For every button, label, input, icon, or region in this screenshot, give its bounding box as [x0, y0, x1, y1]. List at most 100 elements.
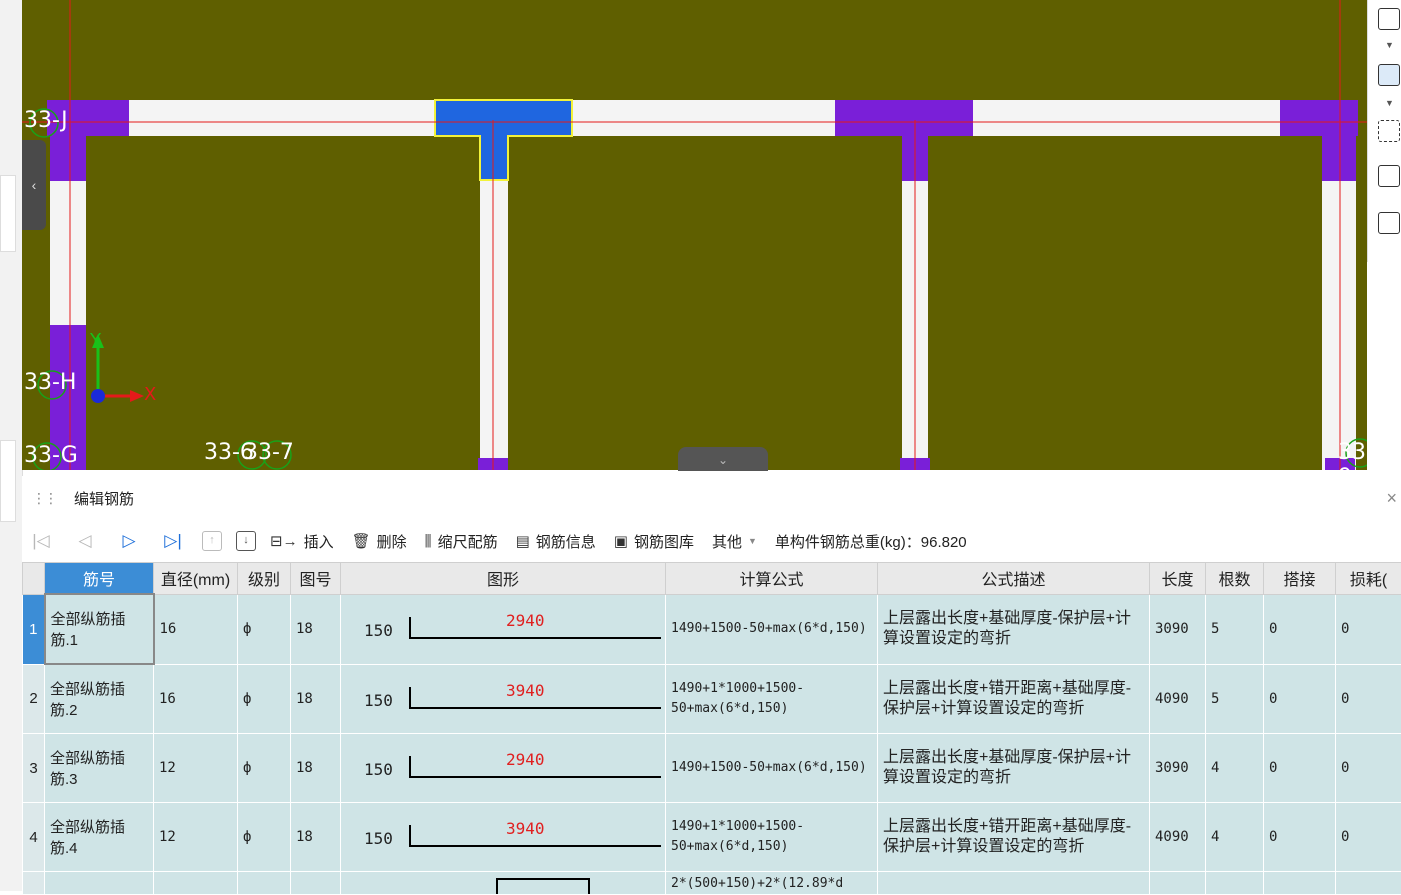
lap-cell[interactable]: 0: [1264, 594, 1336, 664]
col-header[interactable]: 直径(mm): [154, 563, 238, 595]
count-cell[interactable]: 5: [1206, 664, 1264, 734]
rebar-info-button[interactable]: ▤钢筋信息: [516, 531, 596, 552]
description-cell[interactable]: 上层露出长度+错开距离+基础厚度-保护层+计算设置设定的弯折: [878, 664, 1150, 734]
description-cell[interactable]: 上层露出长度+基础厚度-保护层+计算设置设定的弯折: [878, 734, 1150, 803]
shape-length-value[interactable]: 3940: [506, 819, 545, 838]
other-dropdown[interactable]: 其他▼: [712, 531, 757, 552]
delete-button[interactable]: 🗑删除: [352, 531, 407, 552]
diameter-cell[interactable]: 12: [154, 803, 238, 872]
col-header[interactable]: 计算公式: [666, 563, 878, 595]
length-cell[interactable]: 3090: [1150, 734, 1206, 803]
view-box-icon[interactable]: [1378, 64, 1400, 86]
row-number[interactable]: [23, 872, 45, 895]
col-header[interactable]: 损耗(: [1336, 563, 1401, 595]
shape-cell[interactable]: [341, 872, 666, 895]
col-header[interactable]: 图形: [341, 563, 666, 595]
lap-cell[interactable]: 0: [1264, 664, 1336, 734]
shape-cell[interactable]: 1502940: [341, 734, 666, 803]
description-cell[interactable]: 上层露出长度+基础厚度-保护层+计算设置设定的弯折: [878, 594, 1150, 664]
figure-number-cell[interactable]: 18: [291, 803, 341, 872]
grade-cell[interactable]: ф: [238, 803, 291, 872]
formula-cell[interactable]: 1490+1*1000+1500-50+max(6*d,150): [666, 803, 878, 872]
shape-cell[interactable]: 1503940: [341, 664, 666, 734]
shape-length-value[interactable]: 2940: [506, 750, 545, 769]
list-view-icon[interactable]: [1378, 212, 1400, 234]
formula-cell[interactable]: 2*(500+150)+2*(12.89*d: [666, 872, 878, 895]
collapse-bottom-handle[interactable]: ⌄: [678, 447, 768, 471]
col-header[interactable]: 搭接: [1264, 563, 1336, 595]
shape-cell[interactable]: 1502940: [341, 594, 666, 664]
3d-object-icon[interactable]: [1378, 165, 1400, 187]
figure-number-cell[interactable]: 18: [291, 664, 341, 734]
lap-cell[interactable]: 0: [1264, 803, 1336, 872]
rebar-name-cell[interactable]: 全部纵筋插筋.2: [45, 664, 154, 734]
count-cell[interactable]: 5: [1206, 594, 1264, 664]
drag-grip-icon[interactable]: ⋮⋮: [32, 490, 56, 507]
col-header[interactable]: 级别: [238, 563, 291, 595]
col-header[interactable]: 公式描述: [878, 563, 1150, 595]
grade-cell[interactable]: [238, 872, 291, 895]
length-cell[interactable]: [1150, 872, 1206, 895]
figure-number-cell[interactable]: 18: [291, 734, 341, 803]
close-icon[interactable]: ×: [1386, 488, 1397, 509]
count-cell[interactable]: 4: [1206, 803, 1264, 872]
row-number[interactable]: 3: [23, 734, 45, 803]
length-cell[interactable]: 4090: [1150, 664, 1206, 734]
move-up-icon[interactable]: ↑: [202, 531, 222, 551]
scale-rebar-button[interactable]: ⫼缩尺配筋: [425, 531, 498, 552]
length-cell[interactable]: 3090: [1150, 594, 1206, 664]
loss-cell[interactable]: 0: [1336, 734, 1401, 803]
rebar-name-cell[interactable]: 全部纵筋插筋.4: [45, 803, 154, 872]
prev-record-icon[interactable]: ◁: [70, 531, 100, 551]
rebar-name-cell[interactable]: [45, 872, 154, 895]
rebar-name-cell[interactable]: 全部纵筋插筋.1: [45, 594, 154, 664]
last-record-icon[interactable]: ▷|: [158, 531, 188, 551]
grade-cell[interactable]: ф: [238, 664, 291, 734]
grade-cell[interactable]: ф: [238, 734, 291, 803]
view-cube-icon[interactable]: [1378, 8, 1400, 30]
figure-number-cell[interactable]: [291, 872, 341, 895]
description-cell[interactable]: [878, 872, 1150, 895]
loss-cell[interactable]: [1336, 872, 1401, 895]
drawing-canvas[interactable]: 33-J 33-H 33-G 33-6 33-7 33-9 Y X: [22, 0, 1367, 470]
row-number[interactable]: 4: [23, 803, 45, 872]
move-down-icon[interactable]: ↓: [236, 531, 256, 551]
table-row[interactable]: 2 全部纵筋插筋.2 16 ф 18 1503940 1490+1*1000+1…: [23, 664, 1401, 734]
row-number[interactable]: 1: [23, 594, 45, 664]
dropdown-arrow-icon[interactable]: ▼: [1385, 40, 1394, 50]
col-header[interactable]: 根数: [1206, 563, 1264, 595]
shape-cell[interactable]: 1503940: [341, 803, 666, 872]
length-cell[interactable]: 4090: [1150, 803, 1206, 872]
diameter-cell[interactable]: [154, 872, 238, 895]
loss-cell[interactable]: 0: [1336, 803, 1401, 872]
dropdown-arrow-icon[interactable]: ▼: [1385, 98, 1394, 108]
table-row[interactable]: 3 全部纵筋插筋.3 12 ф 18 1502940 1490+1500-50+…: [23, 734, 1401, 803]
col-header[interactable]: 图号: [291, 563, 341, 595]
count-cell[interactable]: [1206, 872, 1264, 895]
figure-number-cell[interactable]: 18: [291, 594, 341, 664]
col-header[interactable]: 长度: [1150, 563, 1206, 595]
shape-length-value[interactable]: 2940: [506, 611, 545, 630]
lap-cell[interactable]: [1264, 872, 1336, 895]
shape-length-value[interactable]: 3940: [506, 681, 545, 700]
next-record-icon[interactable]: ▷: [114, 531, 144, 551]
formula-cell[interactable]: 1490+1500-50+max(6*d,150): [666, 734, 878, 803]
table-row[interactable]: 4 全部纵筋插筋.4 12 ф 18 1503940 1490+1*1000+1…: [23, 803, 1401, 872]
diameter-cell[interactable]: 16: [154, 594, 238, 664]
count-cell[interactable]: 4: [1206, 734, 1264, 803]
description-cell[interactable]: 上层露出长度+错开距离+基础厚度-保护层+计算设置设定的弯折: [878, 803, 1150, 872]
formula-cell[interactable]: 1490+1*1000+1500-50+max(6*d,150): [666, 664, 878, 734]
rebar-name-cell[interactable]: 全部纵筋插筋.3: [45, 734, 154, 803]
insert-button[interactable]: ⊟→插入: [270, 531, 334, 552]
table-row[interactable]: 2*(500+150)+2*(12.89*d: [23, 872, 1401, 895]
table-row[interactable]: 1 全部纵筋插筋.1 16 ф 18 1502940 1490+1500-50+…: [23, 594, 1401, 664]
col-header[interactable]: 筋号: [45, 563, 154, 595]
rebar-library-button[interactable]: ▣钢筋图库: [614, 531, 694, 552]
formula-cell[interactable]: 1490+1500-50+max(6*d,150): [666, 594, 878, 664]
first-record-icon[interactable]: |◁: [26, 531, 56, 551]
collapse-left-tab[interactable]: ‹: [22, 140, 46, 230]
grade-cell[interactable]: ф: [238, 594, 291, 664]
diameter-cell[interactable]: 12: [154, 734, 238, 803]
loss-cell[interactable]: 0: [1336, 664, 1401, 734]
lap-cell[interactable]: 0: [1264, 734, 1336, 803]
